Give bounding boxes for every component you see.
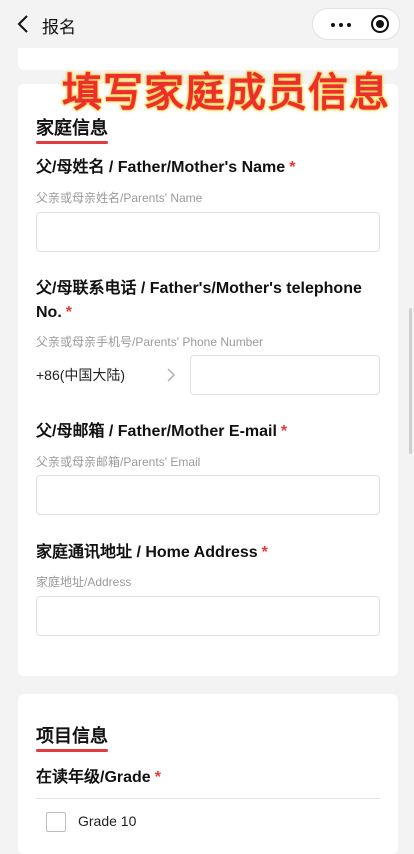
more-dots-icon[interactable] <box>327 9 355 39</box>
grade-option-label: Grade 10 <box>78 813 137 829</box>
parent-name-label-text: 父/母姓名 / Father/Mother's Name <box>36 159 286 176</box>
parent-email-label: 父/母邮箱 / Father/Mother E-mail * <box>36 420 376 444</box>
parent-name-label: 父/母姓名 / Father/Mother's Name * <box>36 156 376 180</box>
project-section-heading: 项目信息 <box>36 722 108 752</box>
mini-program-capsule <box>312 8 400 40</box>
home-address-hint: 家庭地址/Address <box>36 575 132 589</box>
family-section-title: 家庭信息 <box>36 118 108 138</box>
parent-phone-hint: 父亲或母亲手机号/Parents' Phone Number <box>36 335 264 349</box>
heading-underline <box>36 141 108 144</box>
parent-phone-label: 父/母联系电话 / Father's/Mother's telephone No… <box>36 277 376 325</box>
country-code-selector[interactable]: +86(中国大陆) <box>36 365 125 385</box>
project-info-card: 项目信息 在读年级/Grade * Grade 10 <box>18 694 398 854</box>
required-mark: * <box>65 304 73 321</box>
parent-name-hint: 父亲或母亲姓名/Parents' Name <box>36 191 203 205</box>
home-address-label: 家庭通讯地址 / Home Address * <box>36 541 376 565</box>
scrollbar[interactable] <box>409 308 412 454</box>
instruction-banner: 填写家庭成员信息 <box>61 69 390 117</box>
required-mark: * <box>261 544 268 561</box>
parent-email-label-text: 父/母邮箱 / Father/Mother E-mail <box>36 423 277 440</box>
grade-label-text: 在读年级/Grade <box>36 769 151 786</box>
parent-phone-input[interactable] <box>190 355 380 395</box>
parent-phone-label-text: 父/母联系电话 / Father's/Mother's telephone No… <box>36 280 362 321</box>
page-title: 报名 <box>42 18 76 37</box>
parent-email-input[interactable] <box>36 475 380 515</box>
home-address-input[interactable] <box>36 596 380 636</box>
nav-bar: 报名 <box>0 0 414 48</box>
project-section-title: 项目信息 <box>36 726 108 746</box>
chevron-left-icon[interactable] <box>16 13 34 35</box>
heading-underline <box>36 749 108 752</box>
required-mark: * <box>280 423 288 440</box>
home-address-label-text: 家庭通讯地址 / Home Address <box>36 544 258 561</box>
divider <box>36 798 380 799</box>
required-mark: * <box>154 769 161 786</box>
chevron-right-icon[interactable] <box>166 368 178 382</box>
family-info-card: 家庭信息 父/母姓名 / Father/Mother's Name * 父亲或母亲… <box>18 84 398 676</box>
target-circle-icon[interactable] <box>371 15 389 33</box>
parent-email-hint: 父亲或母亲邮箱/Parents' Email <box>36 455 201 469</box>
checkbox[interactable] <box>46 812 66 832</box>
grade-label: 在读年级/Grade * <box>36 766 376 790</box>
required-mark: * <box>289 159 296 176</box>
parent-name-input[interactable] <box>36 212 380 252</box>
